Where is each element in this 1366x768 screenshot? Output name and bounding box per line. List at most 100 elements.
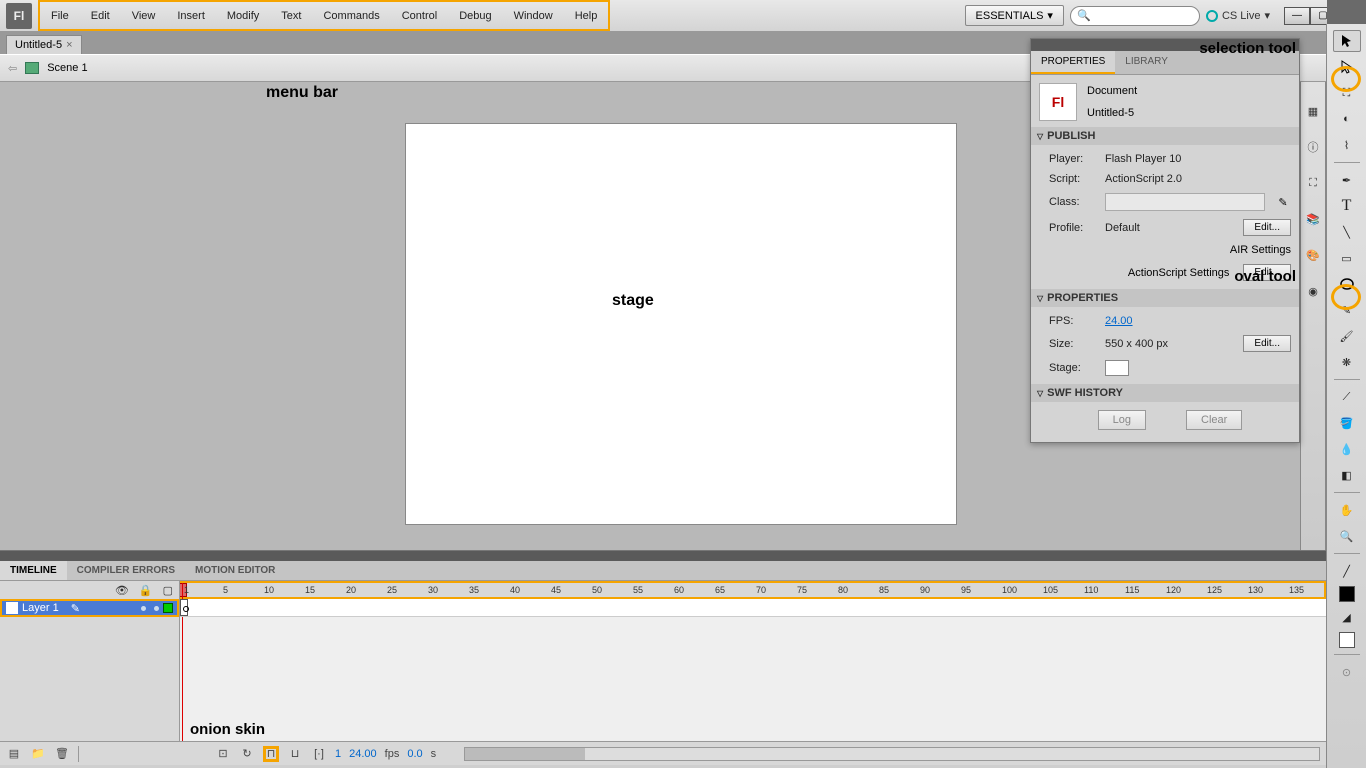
menu-modify[interactable]: Modify — [216, 10, 270, 22]
new-layer-button[interactable]: ▤ — [6, 746, 22, 762]
lock-icon[interactable]: 🔒 — [139, 584, 153, 597]
current-frame[interactable]: 1 — [335, 748, 341, 760]
close-tab-icon[interactable]: × — [66, 39, 72, 51]
oval-tool[interactable] — [1333, 273, 1361, 295]
frame-rate[interactable]: 24.00 — [349, 748, 377, 760]
class-input[interactable] — [1105, 193, 1265, 211]
document-tab[interactable]: Untitled-5× — [6, 35, 82, 54]
edit-multiple-button[interactable]: [·] — [311, 746, 327, 762]
outline-icon[interactable]: ▢ — [163, 584, 173, 597]
line-tool[interactable]: ╲ — [1333, 221, 1361, 243]
fill-swatch[interactable] — [1339, 632, 1355, 648]
menu-debug[interactable]: Debug — [448, 10, 502, 22]
menu-edit[interactable]: Edit — [80, 10, 121, 22]
center-frame-button[interactable]: ⊡ — [215, 746, 231, 762]
layers-column: 👁 🔒 ▢ Layer 1 ✎ — [0, 581, 180, 741]
menu-commands[interactable]: Commands — [312, 10, 390, 22]
paint-bucket-tool[interactable]: 🪣 — [1333, 412, 1361, 434]
dock-transform-icon[interactable]: ⛶ — [1304, 174, 1322, 192]
delete-layer-button[interactable]: 🗑 — [54, 746, 70, 762]
stage-area: stage — [0, 82, 1006, 550]
stroke-swatch[interactable] — [1339, 586, 1355, 602]
frame-row[interactable] — [180, 599, 1326, 617]
tab-compiler-errors[interactable]: COMPILER ERRORS — [67, 561, 185, 580]
tab-properties[interactable]: PROPERTIES — [1031, 51, 1115, 74]
selection-tool[interactable] — [1333, 30, 1361, 52]
timeline-footer: ▤ 📁 🗑 ⊡ ↻ ⊓ ⊔ [·] 1 24.00fps 0.0s — [0, 741, 1326, 765]
lasso-tool[interactable]: ⌇ — [1333, 134, 1361, 156]
dock-align-icon[interactable]: ▦ — [1304, 102, 1322, 120]
loop-button[interactable]: ↻ — [239, 746, 255, 762]
menu-window[interactable]: Window — [503, 10, 564, 22]
rectangle-tool[interactable]: ▭ — [1333, 247, 1361, 269]
3d-rotation-tool[interactable]: ◐ — [1333, 108, 1361, 130]
size-value: 550 x 400 px — [1105, 338, 1168, 350]
stage-color-swatch[interactable] — [1105, 360, 1129, 376]
profile-label: Profile: — [1049, 222, 1099, 234]
annotation-selection-tool: selection tool — [1199, 40, 1296, 57]
clear-button[interactable]: Clear — [1186, 410, 1242, 430]
elapsed-time: 0.0 — [407, 748, 422, 760]
frame-ruler[interactable]: 1510152025303540455055606570758085909510… — [180, 581, 1326, 599]
eraser-tool[interactable]: ◧ — [1333, 464, 1361, 486]
back-icon[interactable]: ⇦ — [8, 62, 17, 75]
menu-text[interactable]: Text — [270, 10, 312, 22]
tab-timeline[interactable]: TIMELINE — [0, 561, 67, 580]
scene-label[interactable]: Scene 1 — [47, 62, 87, 74]
onion-skin-outlines-button[interactable]: ⊔ — [287, 746, 303, 762]
size-edit-button[interactable]: Edit... — [1243, 335, 1291, 352]
tab-library[interactable]: LIBRARY — [1115, 51, 1178, 74]
snap-tool[interactable]: ⊙ — [1333, 661, 1361, 683]
minimize-button[interactable]: — — [1284, 7, 1310, 25]
section-swf-history[interactable]: ▽SWF HISTORY — [1031, 384, 1299, 402]
deco-tool[interactable]: ❋ — [1333, 351, 1361, 373]
menu-file[interactable]: File — [40, 10, 80, 22]
menu-help[interactable]: Help — [564, 10, 609, 22]
scene-icon — [25, 62, 39, 74]
search-input[interactable]: 🔍 — [1070, 6, 1200, 26]
dock-swatches-icon[interactable]: 🎨 — [1304, 246, 1322, 264]
fill-color[interactable]: ◢ — [1333, 606, 1361, 628]
air-settings-label: AIR Settings — [1230, 244, 1291, 256]
keyframe[interactable] — [180, 599, 188, 616]
bone-tool[interactable]: ⟋ — [1333, 386, 1361, 408]
tab-motion-editor[interactable]: MOTION EDITOR — [185, 561, 285, 580]
pen-tool[interactable]: ✒ — [1333, 169, 1361, 191]
menu-insert[interactable]: Insert — [166, 10, 216, 22]
fps-value[interactable]: 24.00 — [1105, 315, 1133, 327]
menu-view[interactable]: View — [121, 10, 167, 22]
cs-live-button[interactable]: CS Live▾ — [1206, 9, 1270, 22]
dock-color-icon[interactable]: ◉ — [1304, 282, 1322, 300]
section-publish[interactable]: ▽PUBLISH — [1031, 127, 1299, 145]
eyedropper-tool[interactable]: 💧 — [1333, 438, 1361, 460]
zoom-tool[interactable]: 🔍 — [1333, 525, 1361, 547]
menu-control[interactable]: Control — [391, 10, 448, 22]
profile-edit-button[interactable]: Edit... — [1243, 219, 1291, 236]
frames-area[interactable]: 1510152025303540455055606570758085909510… — [180, 581, 1326, 741]
text-tool[interactable]: T — [1333, 195, 1361, 217]
pencil-tool[interactable]: ✎ — [1333, 299, 1361, 321]
tools-collapse-bar[interactable] — [1327, 0, 1366, 24]
stage[interactable] — [406, 124, 956, 524]
timeline-scrollbar[interactable] — [464, 747, 1320, 761]
subselection-tool[interactable] — [1333, 56, 1361, 78]
dock-library-icon[interactable]: 📚 — [1304, 210, 1322, 228]
title-bar: Fl File Edit View Insert Modify Text Com… — [0, 0, 1366, 32]
workspace-switcher[interactable]: ESSENTIALS▾ — [965, 5, 1064, 26]
stroke-color[interactable]: ╱ — [1333, 560, 1361, 582]
hand-tool[interactable]: ✋ — [1333, 499, 1361, 521]
pencil-icon[interactable]: ✎ — [1275, 194, 1291, 210]
log-button[interactable]: Log — [1098, 410, 1146, 430]
player-value: Flash Player 10 — [1105, 153, 1181, 165]
free-transform-tool[interactable]: ⛶ — [1333, 82, 1361, 104]
brush-tool[interactable]: 🖌 — [1333, 325, 1361, 347]
new-folder-button[interactable]: 📁 — [30, 746, 46, 762]
eye-icon[interactable]: 👁 — [115, 584, 129, 597]
onion-skin-button[interactable]: ⊓ — [263, 746, 279, 762]
dock-info-icon[interactable]: ⓘ — [1304, 138, 1322, 156]
layer-name[interactable]: Layer 1 — [22, 602, 59, 614]
layer-outline-swatch[interactable] — [163, 603, 173, 613]
layer-row[interactable]: Layer 1 ✎ — [0, 599, 179, 617]
section-properties[interactable]: ▽PROPERTIES — [1031, 289, 1299, 307]
timeline-drag-bar[interactable] — [0, 551, 1326, 561]
